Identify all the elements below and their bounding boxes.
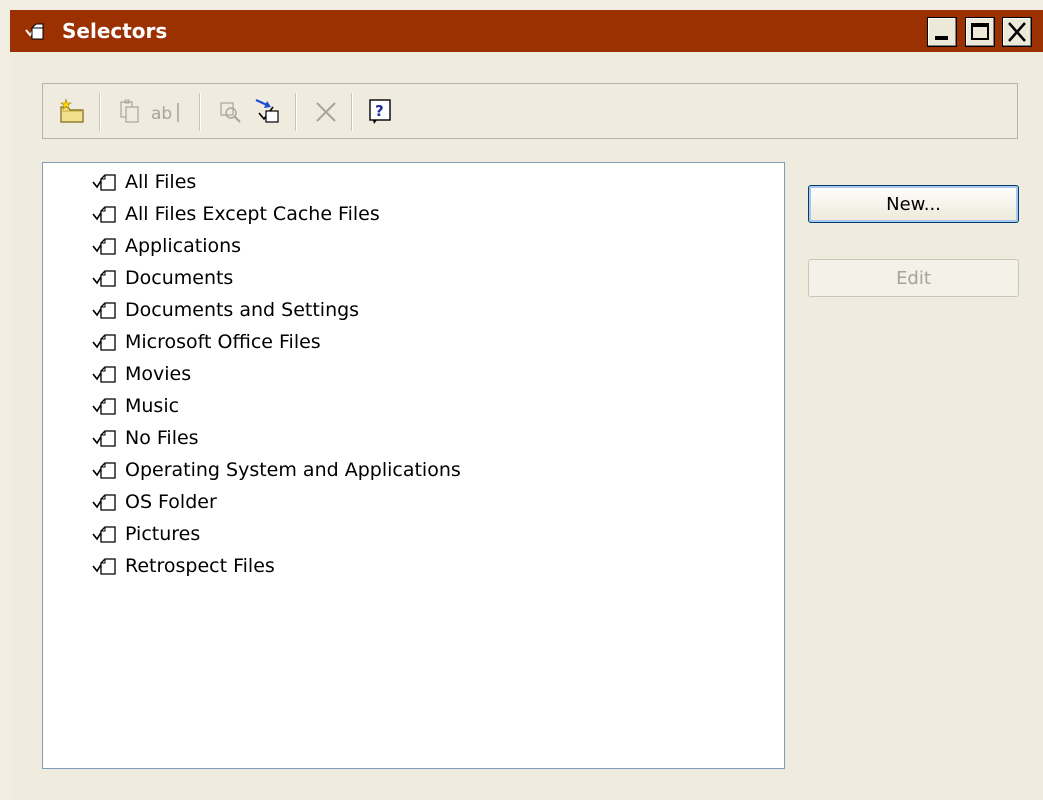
selector-icon: [92, 334, 116, 351]
rename-button[interactable]: ab: [147, 97, 191, 127]
list-item[interactable]: OS Folder: [89, 487, 217, 517]
selector-icon: [92, 238, 116, 255]
toolbar: ab ?: [42, 83, 1018, 139]
selector-icon: [92, 270, 116, 287]
list-item[interactable]: Applications: [89, 231, 241, 261]
new-button[interactable]: New...: [808, 185, 1019, 223]
list-item-label: Microsoft Office Files: [125, 331, 321, 353]
help-icon: ?: [369, 99, 391, 124]
selectors-window: Selectors ab ? All Files All Files Excep…: [10, 10, 1043, 800]
delete-icon: [316, 102, 336, 122]
selector-icon: [92, 494, 116, 511]
help-button[interactable]: ?: [365, 97, 395, 127]
selector-icon: [92, 206, 116, 223]
list-item[interactable]: All Files Except Cache Files: [89, 199, 380, 229]
find-button[interactable]: [215, 97, 245, 127]
edit-button-label: Edit: [896, 267, 931, 289]
list-item[interactable]: Music: [89, 391, 179, 421]
list-item[interactable]: Documents and Settings: [89, 295, 359, 325]
edit-button[interactable]: Edit: [808, 259, 1019, 297]
list-item-label: Operating System and Applications: [125, 459, 461, 481]
selector-icon: [92, 174, 116, 191]
list-item[interactable]: All Files: [89, 167, 196, 197]
list-item[interactable]: Retrospect Files: [89, 551, 275, 581]
list-item[interactable]: No Files: [89, 423, 199, 453]
selector-icon: [92, 398, 116, 415]
list-item[interactable]: Microsoft Office Files: [89, 327, 321, 357]
list-item-label: Documents and Settings: [125, 299, 360, 321]
svg-text:ab: ab: [151, 104, 172, 124]
list-item-label: OS Folder: [125, 491, 217, 513]
maximize-icon: [971, 23, 989, 40]
list-item[interactable]: Operating System and Applications: [89, 455, 461, 485]
list-item[interactable]: Pictures: [89, 519, 200, 549]
selector-icon: [24, 21, 46, 41]
copy-button[interactable]: [115, 97, 145, 127]
close-button[interactable]: [1002, 17, 1032, 47]
list-item-label: All Files Except Cache Files: [125, 203, 380, 225]
list-item[interactable]: Documents: [89, 263, 233, 293]
list-item[interactable]: Movies: [89, 359, 191, 389]
selector-icon: [92, 302, 116, 319]
delete-button[interactable]: [311, 97, 341, 127]
list-item-label: No Files: [125, 427, 199, 449]
copy-icon: [120, 99, 139, 123]
selectors-list[interactable]: All Files All Files Except Cache Files App…: [42, 162, 785, 769]
minimize-button[interactable]: [927, 17, 957, 47]
list-item-label: Pictures: [125, 523, 201, 545]
window-title: Selectors: [62, 19, 168, 43]
toolbar-separator: [99, 93, 101, 131]
import-button[interactable]: [253, 97, 283, 127]
list-item-label: Retrospect Files: [125, 555, 275, 577]
new-folder-button[interactable]: [57, 97, 87, 127]
new-button-label: New...: [886, 193, 941, 215]
minimize-icon: [935, 36, 948, 40]
list-item-label: Applications: [125, 235, 242, 257]
selector-icon: [92, 366, 116, 383]
svg-text:?: ?: [375, 102, 384, 120]
rename-icon: ab: [151, 103, 179, 124]
list-item-label: Music: [125, 395, 180, 417]
import-icon: [255, 98, 279, 123]
toolbar-separator: [351, 93, 353, 131]
list-item-label: All Files: [125, 171, 197, 193]
selector-icon: [92, 462, 116, 479]
toolbar-separator: [199, 93, 201, 131]
list-item-label: Documents: [125, 267, 234, 289]
find-icon: [220, 102, 241, 123]
new-folder-icon: [60, 98, 84, 123]
toolbar-separator: [295, 93, 297, 131]
close-icon: [1008, 22, 1026, 42]
selector-icon: [92, 526, 116, 543]
title-bar[interactable]: Selectors: [10, 10, 1043, 52]
selector-icon: [92, 430, 116, 447]
selector-icon: [92, 558, 116, 575]
maximize-button[interactable]: [965, 17, 995, 47]
list-item-label: Movies: [125, 363, 192, 385]
